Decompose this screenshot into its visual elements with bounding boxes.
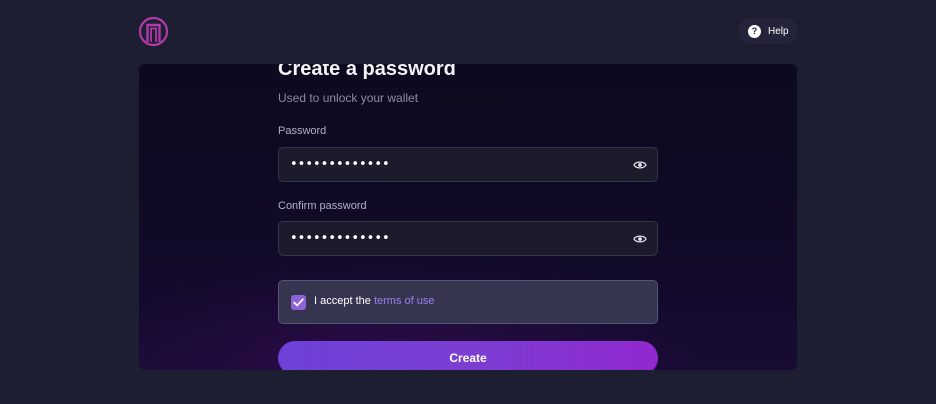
password-input[interactable] — [290, 148, 610, 181]
create-button[interactable]: Create — [278, 341, 658, 370]
page: ? Help Create a password Used to unlock … — [0, 0, 936, 404]
password-field[interactable] — [278, 147, 658, 182]
terms-checkbox[interactable] — [291, 295, 306, 310]
terms-of-use-link[interactable]: terms of use — [374, 295, 435, 307]
terms-acceptance-row: I accept the terms of use — [278, 280, 658, 324]
page-subtitle: Used to unlock your wallet — [278, 91, 419, 105]
eye-icon[interactable] — [633, 233, 647, 245]
confirm-password-label: Confirm password — [278, 200, 367, 212]
gateway-logo-icon[interactable] — [138, 16, 169, 47]
confirm-password-field[interactable] — [278, 221, 658, 256]
help-label: Help — [768, 25, 789, 37]
password-label: Password — [278, 125, 327, 137]
question-mark-icon: ? — [748, 24, 761, 38]
create-password-card: Create a password Used to unlock your wa… — [139, 64, 797, 370]
eye-icon[interactable] — [633, 159, 647, 171]
checkmark-icon — [293, 298, 304, 307]
help-button[interactable]: ? Help — [738, 18, 798, 44]
confirm-password-input[interactable] — [290, 222, 610, 255]
terms-prefix: I accept the — [314, 295, 371, 307]
terms-text: I accept the terms of use — [314, 295, 434, 307]
page-title: Create a password — [278, 64, 456, 80]
